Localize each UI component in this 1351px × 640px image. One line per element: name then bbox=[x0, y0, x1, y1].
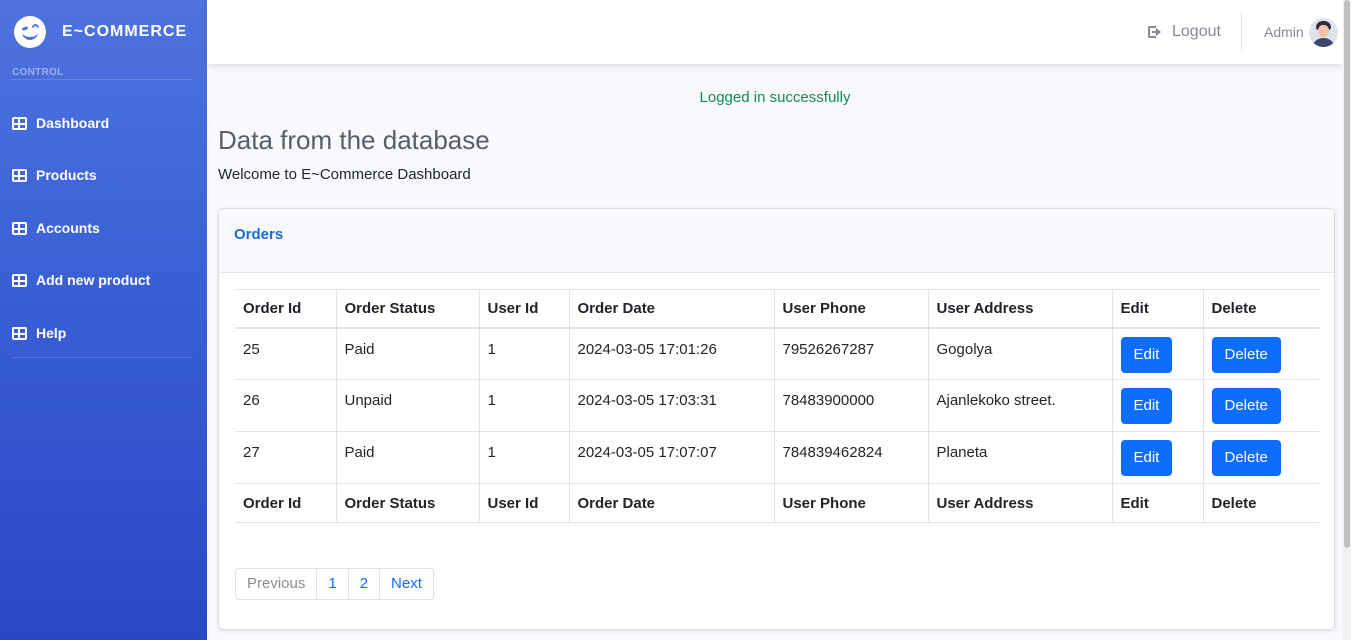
column-footer: User Phone bbox=[773, 483, 929, 523]
pagination-next[interactable]: Next bbox=[379, 569, 433, 599]
table-icon bbox=[12, 116, 27, 130]
sign-out-icon bbox=[1148, 26, 1162, 38]
order-date-cell: 2024-03-05 17:07:07 bbox=[568, 431, 775, 484]
brand[interactable]: E~COMMERCE bbox=[14, 16, 187, 48]
brand-name: E~COMMERCE bbox=[62, 23, 188, 40]
sidebar-item-label: Dashboard bbox=[36, 115, 110, 131]
sidebar-divider bbox=[12, 357, 192, 358]
order-date-cell: 2024-03-05 17:01:26 bbox=[568, 327, 775, 380]
sidebar-divider bbox=[12, 79, 192, 80]
orders-card: Orders Order Id Order Status User Id Ord… bbox=[218, 208, 1335, 630]
user-address-cell: Ajanlekoko street. bbox=[927, 379, 1113, 432]
pagination-previous: Previous bbox=[247, 575, 306, 592]
sidebar-item-accounts[interactable]: Accounts bbox=[12, 216, 100, 240]
sidebar: E~COMMERCE CONTROL Dashboard Products Ac… bbox=[0, 0, 207, 640]
sidebar-item-help[interactable]: Help bbox=[12, 321, 66, 345]
sidebar-item-label: Add new product bbox=[36, 272, 151, 288]
table-row: 27 Paid 1 2024-03-05 17:07:07 7848394628… bbox=[235, 431, 1319, 484]
edit-cell: Edit bbox=[1111, 379, 1204, 432]
column-footer: Order Status bbox=[335, 483, 480, 523]
topbar-divider bbox=[1241, 12, 1242, 50]
brand-logo-icon bbox=[14, 16, 46, 48]
sidebar-item-dashboard[interactable]: Dashboard bbox=[12, 111, 109, 135]
sidebar-item-label: Products bbox=[36, 167, 97, 183]
table-footer-row: Order Id Order Status User Id Order Date… bbox=[235, 483, 1319, 523]
column-header: Order Id bbox=[235, 289, 337, 328]
delete-button[interactable]: Delete bbox=[1211, 336, 1281, 373]
order-id-cell: 25 bbox=[235, 327, 337, 380]
order-status-cell: Paid bbox=[335, 431, 480, 484]
order-status-cell: Paid bbox=[335, 327, 480, 380]
edit-button[interactable]: Edit bbox=[1120, 440, 1173, 476]
user-phone-cell: 79526267287 bbox=[773, 327, 929, 380]
user-id-cell: 1 bbox=[478, 379, 570, 432]
column-footer: User Address bbox=[927, 483, 1113, 523]
user-address-cell: Planeta bbox=[927, 431, 1113, 484]
sidebar-item-label: Help bbox=[36, 325, 67, 341]
delete-cell: Delete bbox=[1202, 379, 1319, 432]
delete-cell: Delete bbox=[1202, 327, 1319, 380]
logout-button[interactable]: Logout bbox=[1148, 20, 1221, 44]
table-icon bbox=[12, 273, 27, 287]
column-header: Order Date bbox=[568, 289, 775, 328]
column-header: Edit bbox=[1111, 289, 1204, 328]
user-name[interactable]: Admin bbox=[1264, 24, 1304, 40]
user-id-cell: 1 bbox=[478, 431, 570, 484]
column-header: User Phone bbox=[773, 289, 929, 328]
edit-button[interactable]: Edit bbox=[1120, 388, 1173, 424]
table-row: 25 Paid 1 2024-03-05 17:01:26 7952626728… bbox=[235, 327, 1319, 380]
sidebar-item-label: Accounts bbox=[36, 220, 100, 236]
sidebar-section-label: CONTROL bbox=[12, 67, 64, 78]
table-icon bbox=[12, 326, 27, 340]
column-footer: Delete bbox=[1202, 483, 1319, 523]
sidebar-item-products[interactable]: Products bbox=[12, 163, 97, 187]
order-id-cell: 27 bbox=[235, 431, 337, 484]
scrollbar-thumb[interactable] bbox=[1344, 0, 1350, 548]
page-subtitle: Welcome to E~Commerce Dashboard bbox=[218, 166, 471, 183]
order-id-cell: 26 bbox=[235, 379, 337, 432]
topbar: Logout Admin bbox=[207, 0, 1343, 64]
column-footer: Order Id bbox=[235, 483, 337, 523]
column-header: User Address bbox=[927, 289, 1113, 328]
edit-cell: Edit bbox=[1111, 431, 1204, 484]
table-icon bbox=[12, 221, 27, 235]
card-header: Orders bbox=[219, 209, 1334, 273]
user-phone-cell: 784839462824 bbox=[773, 431, 929, 484]
user-id-cell: 1 bbox=[478, 327, 570, 380]
pagination-page-1[interactable]: 1 bbox=[316, 569, 347, 599]
user-address-cell: Gogolya bbox=[927, 327, 1113, 380]
avatar[interactable] bbox=[1309, 18, 1338, 47]
success-alert: Logged in successfully bbox=[699, 89, 851, 106]
edit-cell: Edit bbox=[1111, 327, 1204, 380]
delete-cell: Delete bbox=[1202, 431, 1319, 484]
delete-button[interactable]: Delete bbox=[1211, 440, 1281, 476]
column-footer: Edit bbox=[1111, 483, 1204, 523]
table-header-row: Order Id Order Status User Id Order Date… bbox=[235, 289, 1319, 328]
column-footer: Order Date bbox=[568, 483, 775, 523]
pagination-page-2[interactable]: 2 bbox=[347, 569, 379, 599]
column-footer: User Id bbox=[478, 483, 570, 523]
logout-label: Logout bbox=[1172, 23, 1221, 40]
pagination: Previous 1 2 Next bbox=[235, 568, 434, 600]
edit-button[interactable]: Edit bbox=[1120, 336, 1173, 373]
card-title: Orders bbox=[234, 226, 284, 243]
sidebar-item-add-new-product[interactable]: Add new product bbox=[12, 268, 150, 292]
column-header: Order Status bbox=[335, 289, 480, 328]
page-title: Data from the database bbox=[218, 125, 490, 155]
user-phone-cell: 78483900000 bbox=[773, 379, 929, 432]
table-row: 26 Unpaid 1 2024-03-05 17:03:31 78483900… bbox=[235, 379, 1319, 432]
orders-table: Order Id Order Status User Id Order Date… bbox=[235, 289, 1319, 523]
order-status-cell: Unpaid bbox=[335, 379, 480, 432]
column-header: User Id bbox=[478, 289, 570, 328]
column-header: Delete bbox=[1202, 289, 1319, 328]
order-date-cell: 2024-03-05 17:03:31 bbox=[568, 379, 775, 432]
table-icon bbox=[12, 168, 27, 182]
delete-button[interactable]: Delete bbox=[1211, 388, 1281, 424]
